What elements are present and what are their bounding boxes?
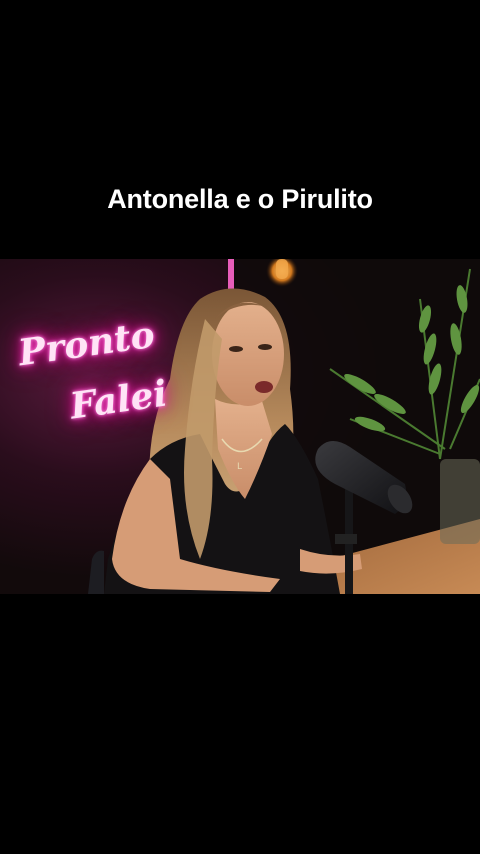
pink-light-strip	[228, 259, 234, 289]
svg-text:L: L	[237, 462, 242, 472]
video-frame[interactable]: L Pronto Falei	[0, 259, 480, 594]
neon-sign: Pronto Falei	[10, 314, 180, 439]
video-screen[interactable]: Antonella e o Pirulito L Pronto Falei	[0, 0, 480, 854]
neon-sign-line-2: Falei	[67, 372, 170, 428]
neon-sign-line-1: Pronto	[15, 313, 158, 375]
face	[212, 302, 284, 406]
video-caption: Antonella e o Pirulito	[107, 184, 373, 214]
